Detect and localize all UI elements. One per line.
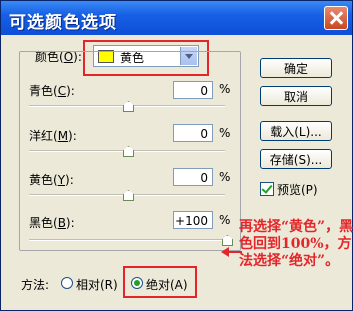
black-label: 黑色(B): (29, 216, 75, 230)
preview-label: 预览(P) (277, 183, 318, 197)
magenta-value-field[interactable]: 0 (173, 124, 213, 142)
magenta-label: 洋红(M): (29, 129, 77, 143)
black-slider-track[interactable] (29, 239, 225, 241)
annotation-text: 再选择“黄色”，黑色回到100%，方法选择“绝对”。 (239, 219, 353, 269)
yellow-percent: % (219, 170, 231, 184)
black-value-field[interactable]: +100 (173, 211, 213, 229)
preview-checkbox[interactable] (260, 182, 274, 196)
magenta-percent: % (219, 126, 231, 140)
highlight-box-method (123, 266, 197, 298)
save-button[interactable]: 存储(S)... (260, 149, 332, 169)
cyan-value-field[interactable]: 0 (173, 81, 213, 99)
black-percent: % (219, 213, 231, 227)
selective-color-dialog: 可选颜色选项 颜色(O): 黄色 青色(C): 0 % 洋红(M): 0 % 黄… (0, 0, 353, 311)
ok-button[interactable]: 确定 (260, 58, 332, 78)
load-button[interactable]: 载入(L)... (260, 121, 332, 141)
relative-radio[interactable] (61, 277, 73, 289)
cyan-percent: % (219, 82, 231, 96)
close-icon[interactable] (324, 6, 348, 30)
title-bar: 可选颜色选项 (1, 1, 352, 35)
relative-label: 相对(R) (76, 278, 118, 292)
method-label: 方法: (21, 278, 50, 292)
window-title: 可选颜色选项 (9, 13, 117, 33)
cancel-button[interactable]: 取消 (260, 86, 332, 106)
cyan-label: 青色(C): (29, 84, 75, 98)
yellow-value-field[interactable]: 0 (173, 168, 213, 186)
yellow-label: 黄色(Y): (29, 173, 74, 187)
